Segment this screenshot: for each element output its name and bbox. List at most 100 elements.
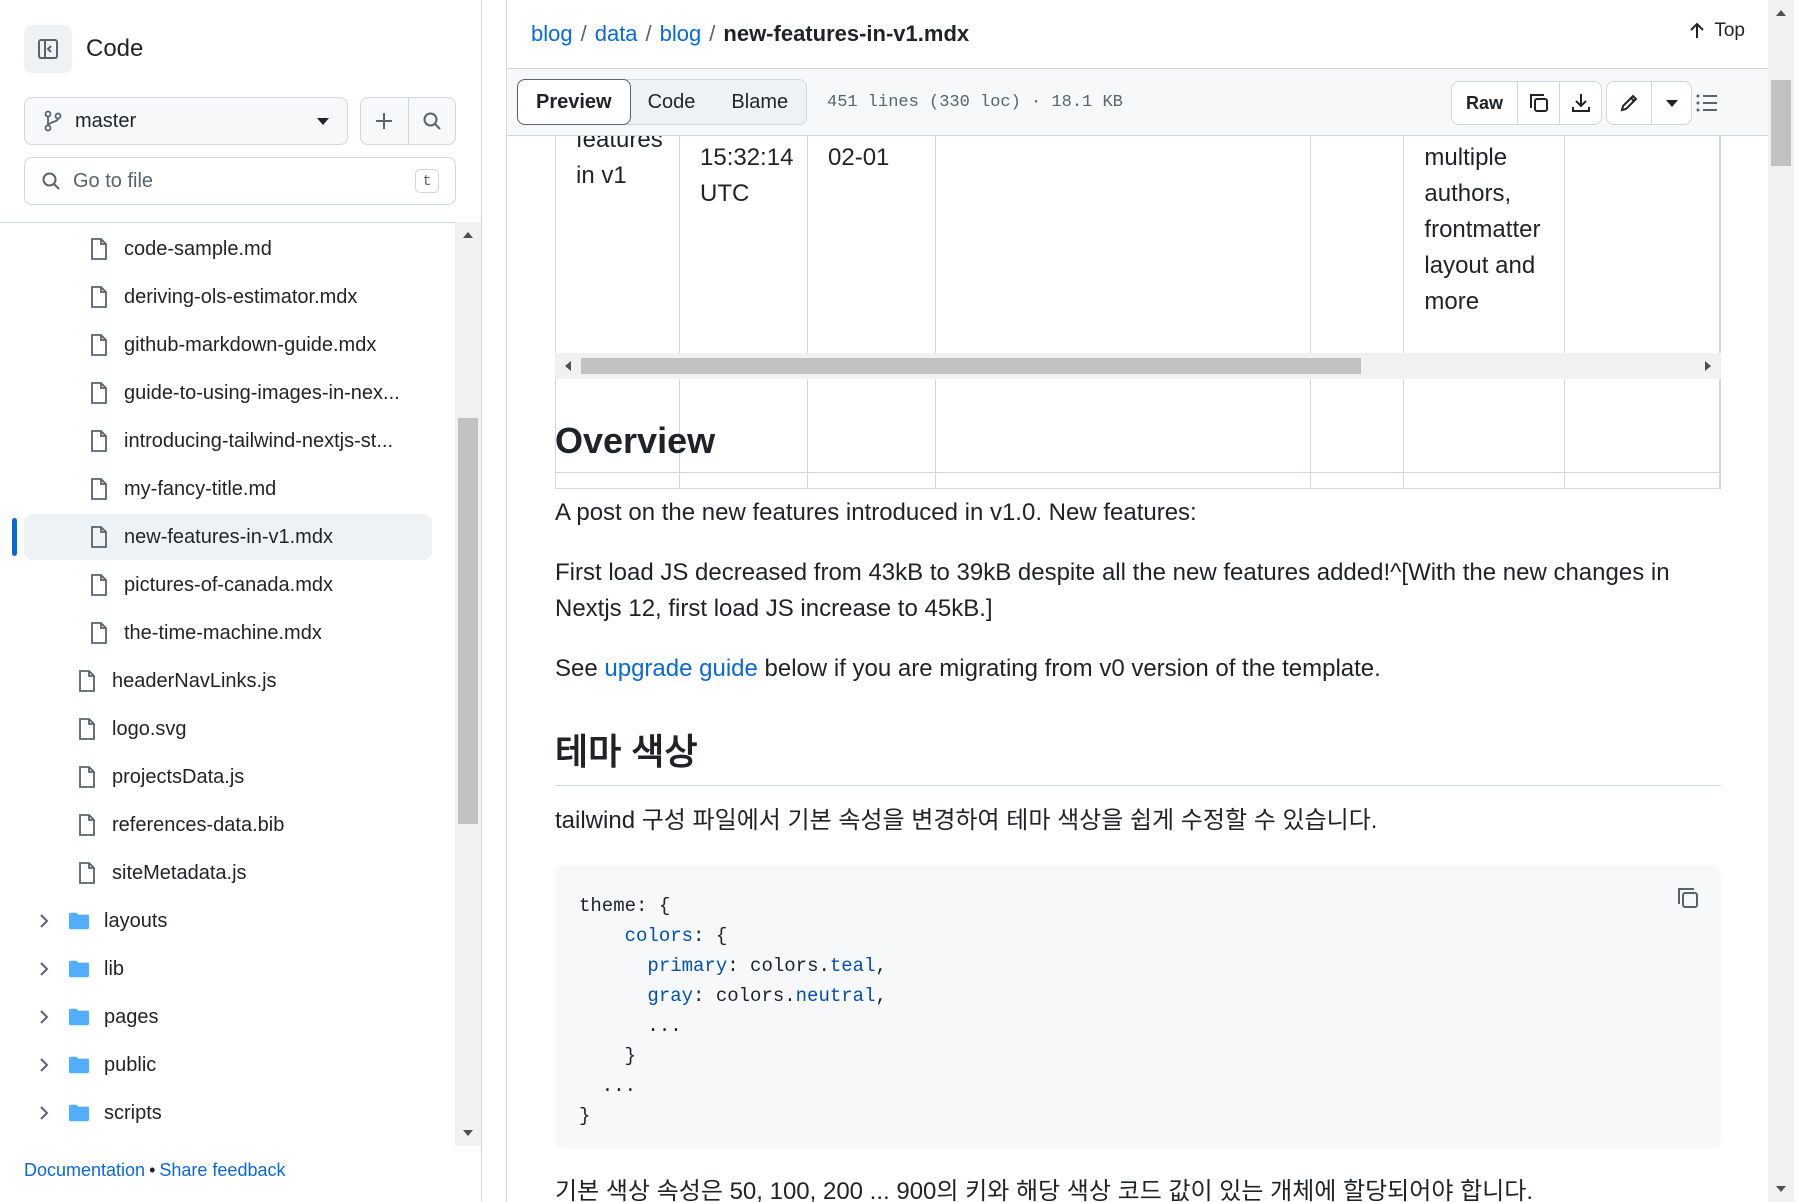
tree-file-item[interactable]: pictures-of-canada.mdx [24, 562, 432, 608]
paragraph: A post on the new features introduced in… [555, 499, 1197, 526]
file-viewer: blog / data / blog / new-features-in-v1.… [506, 0, 1769, 1202]
add-file-button[interactable] [361, 98, 408, 144]
folder-icon [68, 960, 90, 978]
tree-folder-item[interactable]: layouts [24, 898, 432, 944]
scroll-left-arrow-icon[interactable] [565, 361, 571, 371]
tree-item-label: siteMetadata.js [112, 861, 247, 884]
folder-icon [68, 1104, 90, 1122]
go-to-file-input[interactable] [73, 169, 415, 193]
tree-file-item[interactable]: headerNavLinks.js [24, 658, 432, 704]
sidebar-scrollbar-thumb[interactable] [458, 418, 478, 824]
file-tree: code-sample.md deriving-ols-estimator.mdx… [0, 222, 455, 1146]
tree-file-item[interactable]: my-fancy-title.md [24, 466, 432, 512]
pencil-icon [1620, 94, 1638, 112]
raw-button[interactable]: Raw [1452, 82, 1517, 124]
table-scrollbar-thumb[interactable] [581, 358, 1361, 374]
search-files-button[interactable] [407, 98, 456, 144]
breadcrumb-link-data[interactable]: data [595, 21, 638, 47]
arrow-up-icon [1690, 22, 1705, 38]
file-icon [79, 766, 95, 788]
tree-item-label: projectsData.js [112, 765, 245, 788]
tree-file-item[interactable]: deriving-ols-estimator.mdx [24, 274, 432, 320]
tree-folder-item[interactable]: pages [24, 994, 432, 1040]
tree-file-item[interactable]: github-markdown-guide.mdx [24, 322, 432, 368]
file-icon [91, 526, 107, 548]
tree-folder-item[interactable]: lib [24, 946, 432, 992]
branch-selector[interactable]: master [24, 97, 348, 145]
tree-file-item[interactable]: the-time-machine.mdx [24, 610, 432, 656]
share-feedback-link[interactable]: Share feedback [159, 1160, 285, 1180]
scroll-up-arrow-icon[interactable] [1776, 10, 1786, 16]
chevron-right-icon [40, 914, 49, 928]
file-icon [91, 622, 107, 644]
upgrade-guide-link[interactable]: upgrade guide [604, 655, 757, 682]
paragraph-text: See [555, 655, 605, 682]
tree-item-label: guide-to-using-images-in-nex... [124, 381, 400, 404]
tab-blame[interactable]: Blame [713, 80, 806, 124]
breadcrumb-separator: / [580, 21, 587, 46]
scroll-down-arrow-icon[interactable] [1776, 1186, 1786, 1192]
paragraph-text: below if you are migrating from v0 versi… [757, 655, 1381, 682]
view-mode-tabs: Preview Code Blame [517, 79, 808, 125]
chevron-down-icon [317, 117, 329, 125]
sidebar-scrollbar[interactable] [455, 222, 481, 1146]
table-horizontal-scrollbar[interactable] [555, 353, 1721, 379]
page-scrollbar-thumb[interactable] [1771, 80, 1791, 166]
scroll-to-top-button[interactable]: Top [1688, 20, 1745, 42]
sidebar-collapse-icon [38, 39, 58, 59]
tree-file-item[interactable]: projectsData.js [24, 754, 432, 800]
sidebar-header: Code [24, 25, 143, 73]
file-icon [79, 718, 95, 740]
file-icon [91, 574, 107, 596]
documentation-link[interactable]: Documentation [24, 1160, 145, 1180]
tree-item-label: new-features-in-v1.mdx [124, 525, 333, 548]
tree-folder-item[interactable]: public [24, 1042, 432, 1088]
breadcrumb-link-blog[interactable]: blog [531, 21, 573, 47]
code-line: ... [579, 1075, 637, 1097]
code-line: gray: colors.neutral, [647, 985, 887, 1007]
tree-file-item[interactable]: introducing-tailwind-nextjs-st... [24, 418, 432, 464]
tree-item-label: lib [104, 957, 125, 980]
top-label: Top [1714, 20, 1745, 41]
tree-file-item[interactable]: guide-to-using-images-in-nex... [24, 370, 432, 416]
file-icon [91, 430, 107, 452]
file-icon [79, 814, 95, 836]
selected-indicator [12, 518, 17, 556]
edit-file-button[interactable] [1607, 82, 1651, 124]
tab-code[interactable]: Code [630, 80, 714, 124]
tree-file-item[interactable]: new-features-in-v1.mdx [24, 514, 432, 560]
breadcrumb-link-blog-sub[interactable]: blog [660, 21, 702, 47]
page-scrollbar[interactable] [1768, 0, 1794, 1202]
tree-file-item[interactable]: logo.svg [24, 706, 432, 752]
tree-file-item[interactable]: siteMetadata.js [24, 850, 432, 896]
chevron-right-icon [40, 1010, 49, 1024]
keyboard-shortcut-hint: t [415, 169, 439, 193]
file-icon [91, 382, 107, 404]
tab-preview[interactable]: Preview [517, 79, 631, 125]
code-line: } [579, 1105, 591, 1127]
tree-item-label: introducing-tailwind-nextjs-st... [124, 429, 393, 452]
copy-code-button[interactable] [1675, 885, 1701, 921]
tree-file-item[interactable]: code-sample.md [24, 226, 432, 272]
go-to-file-field[interactable]: t [24, 157, 456, 205]
file-tree-sidebar: Code master t code-sample.md deriving-ols… [0, 0, 482, 1202]
tree-file-item[interactable]: references-data.bib [24, 802, 432, 848]
scroll-right-arrow-icon[interactable] [1705, 361, 1711, 371]
scroll-down-arrow-icon[interactable] [463, 1130, 473, 1136]
file-toolbar: Preview Code Blame 451 lines (330 loc) ·… [507, 68, 1769, 136]
scroll-up-arrow-icon[interactable] [463, 232, 473, 238]
tree-item-label: the-time-machine.mdx [124, 621, 322, 644]
download-button[interactable] [1559, 82, 1601, 124]
file-icon [91, 334, 107, 356]
breadcrumb-separator: / [709, 21, 716, 46]
paragraph: 기본 색상 속성은 50, 100, 200 ... 900의 키와 해당 색상… [555, 1178, 1533, 1202]
paragraph: tailwind 구성 파일에서 기본 속성을 변경하여 테마 색상을 쉽게 수… [555, 807, 1378, 834]
markdown-preview: features in v115:32:14 UTC02-01falsebloc… [507, 136, 1769, 1202]
copy-raw-button[interactable] [1517, 82, 1559, 124]
tree-folder-item[interactable]: scripts [24, 1090, 432, 1136]
heading-theme-colors: 테마 색상 [555, 723, 1721, 786]
tree-item-label: scripts [104, 1101, 162, 1124]
outline-button[interactable] [1685, 81, 1729, 125]
collapse-sidebar-button[interactable] [24, 25, 72, 73]
plus-icon [376, 113, 393, 129]
